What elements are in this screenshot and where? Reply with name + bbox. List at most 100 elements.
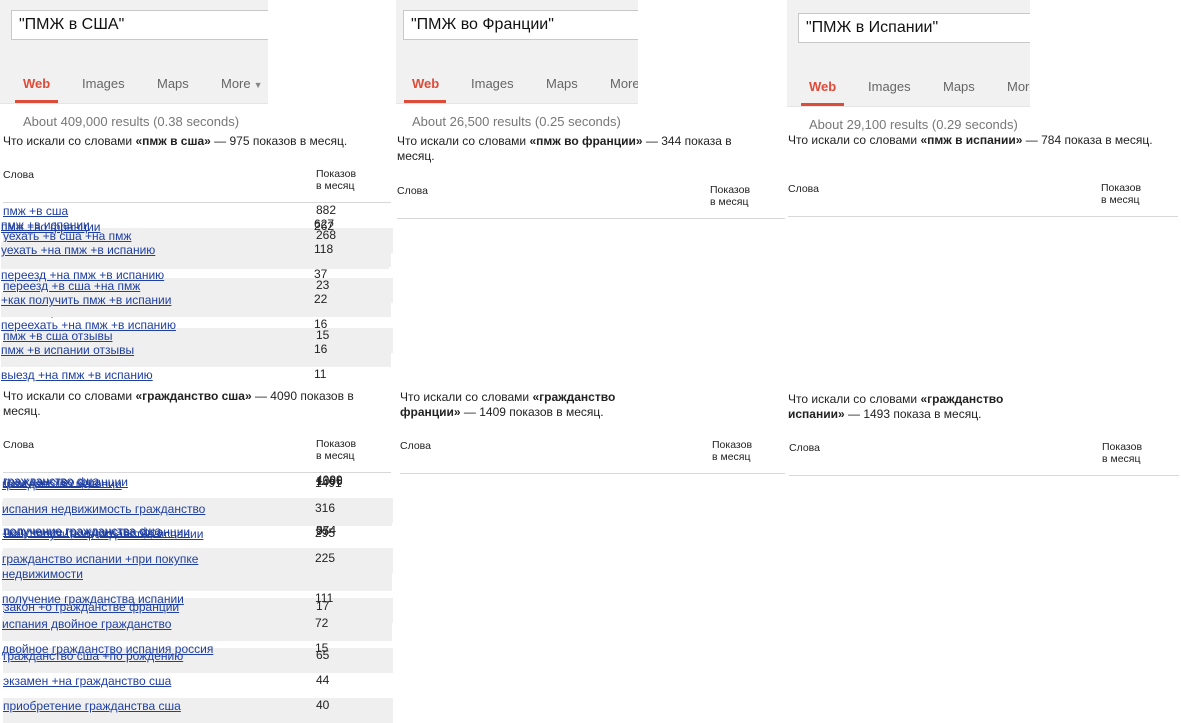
panel-spain: "ПМЖ в Испании" Web Images Maps More Abo… [787,0,1181,719]
header-words: Слова [400,440,431,452]
header-count-line1: Показов [1102,441,1143,453]
search-input[interactable]: "ПМЖ во Франции" [403,10,638,40]
keyword-link[interactable]: двойное гражданство испания россия [2,642,225,657]
keyword-link[interactable]: выезд +на пмж +в испанию [1,368,224,383]
tab-images[interactable]: Images [868,79,911,94]
keyword-link[interactable]: пмж +в испании отзывы [1,343,224,358]
search-input[interactable]: "ПМЖ в США" [11,10,268,40]
tab-images[interactable]: Images [471,76,514,91]
impressions-count: 1491 [315,476,342,490]
tab-more[interactable]: More [610,76,638,91]
keyword-link[interactable]: испания недвижимость гражданство [2,502,225,517]
table-row: переезд +на пмж +в испанию 37 [1,267,391,292]
table-header: Слова Показов в месяц [788,182,1178,217]
impressions-count: 882 [316,203,337,217]
keyword-link[interactable]: получение гражданства испании [2,592,225,607]
search-header: "ПМЖ во Франции" Web Images Maps More [396,0,638,104]
tab-more[interactable]: More ▼ [221,76,263,91]
table-row: экзамен +на гражданство сша 44 [3,673,393,698]
keyword-link[interactable]: гражданство испании +при покупке недвижи… [2,552,225,582]
header-count-line2: в месяц [1101,194,1140,206]
impressions-count: 118 [314,242,334,256]
impressions-count: 44 [316,673,330,687]
intro-prefix: Что искали со словами [3,134,136,148]
table-row: +как получить гражданство испании 295 [2,526,392,551]
header-count-line2: в месяц [712,451,751,463]
active-tab-indicator [15,100,58,103]
tab-maps[interactable]: Maps [157,76,189,91]
tab-web[interactable]: Web [23,76,50,91]
keyword-link[interactable]: пмж +в испании [1,218,224,233]
table-header: Слова Показов в месяц [400,439,785,474]
table-row: +как получить пмж +в испании 22 [1,292,391,317]
table-row: испания двойное гражданство 72 [2,616,392,641]
tab-more-label: More [221,76,251,91]
keyword-link[interactable]: гражданство испании [2,477,225,492]
header-count-line1: Показов [316,438,357,450]
tab-images[interactable]: Images [82,76,125,91]
table-row: приобретение гражданства сша 40 [3,698,393,723]
table-row: гражданство испании 1491 [2,476,392,501]
impressions-count: 316 [315,501,336,515]
table-row: уехать +на пмж +в испанию 118 [1,242,391,267]
intro-suffix: — 1493 показа в месяц. [844,407,982,421]
impressions-count: 16 [314,342,328,356]
panel-france: "ПМЖ во Франции" Web Images Maps More Ab… [396,0,786,719]
header-words: Слова [788,183,819,195]
section-intro: Что искали со словами «гражданство франц… [400,390,660,420]
keyword-link[interactable]: переехать +на пмж +в испанию [1,318,224,333]
header-count: Показов в месяц [316,438,356,462]
header-count-line2: в месяц [710,196,749,208]
table-row: получение гражданства испании 111 [2,591,392,616]
results-stats: About 29,100 results (0.29 seconds) [809,117,1018,132]
search-input[interactable]: "ПМЖ в Испании" [798,13,1030,43]
header-count: Показов в месяц [1102,441,1142,465]
active-tab-indicator [801,103,844,106]
tab-more[interactable]: More [1007,79,1030,94]
table-header: Слова Показов в месяц [789,441,1179,476]
table-header: Слова Показов в месяц [397,184,785,219]
header-count-line2: в месяц [316,180,355,192]
table-row: пмж +в испании отзывы 16 [1,342,391,367]
section-intro: Что искали со словами «пмж во франции» —… [397,134,772,164]
intro-prefix: Что искали со словами [788,133,921,147]
header-count-line1: Показов [1101,182,1142,194]
impressions-count: 15 [315,641,329,655]
section-intro: Что искали со словами «пмж в испании» — … [788,133,1153,148]
tab-web[interactable]: Web [809,79,836,94]
impressions-count: 72 [315,616,329,630]
chevron-down-icon: ▼ [253,80,263,90]
header-count: Показов в месяц [1101,182,1141,206]
search-header: "ПМЖ в США" Web Images Maps More ▼ [0,0,268,104]
header-count: Показов в месяц [712,439,752,463]
section-intro: Что искали со словами «пмж в сша» — 975 … [3,134,388,149]
keyword-link[interactable]: уехать +на пмж +в испанию [1,243,224,258]
intro-suffix: — 784 показа в месяц. [1022,133,1153,147]
intro-prefix: Что искали со словами [397,134,530,148]
impressions-count: 225 [315,551,336,565]
tab-maps[interactable]: Maps [943,79,975,94]
tab-maps[interactable]: Maps [546,76,578,91]
impressions-count: 37 [314,267,328,281]
intro-keyword: «пмж в сша» [135,134,211,148]
impressions-count: 111 [315,591,334,605]
keyword-link[interactable]: переезд +на пмж +в испанию [1,268,224,283]
header-count-line1: Показов [316,168,357,180]
tab-web[interactable]: Web [412,76,439,91]
impressions-count: 22 [314,292,328,306]
table-header: Слова Показов в месяц [3,438,391,473]
table-row: испания недвижимость гражданство 316 [2,501,392,526]
active-tab-indicator [404,100,446,103]
header-words: Слова [3,439,34,451]
search-header: "ПМЖ в Испании" Web Images Maps More [787,0,1030,107]
impressions-count: 627 [314,217,335,231]
table-row: гражданство испании +при покупке недвижи… [2,551,392,591]
keyword-link[interactable]: +как получить пмж +в испании [1,293,224,308]
table-row: переехать +на пмж +в испанию 16 [1,317,391,342]
keyword-link[interactable]: приобретение гражданства сша [3,699,226,714]
keyword-link[interactable]: экзамен +на гражданство сша [3,674,226,689]
keyword-link[interactable]: испания двойное гражданство [2,617,225,632]
keyword-link[interactable]: +как получить гражданство испании [2,527,225,542]
section-intro: Что искали со словами «гражданство сша» … [3,389,388,419]
header-words: Слова [397,185,428,197]
